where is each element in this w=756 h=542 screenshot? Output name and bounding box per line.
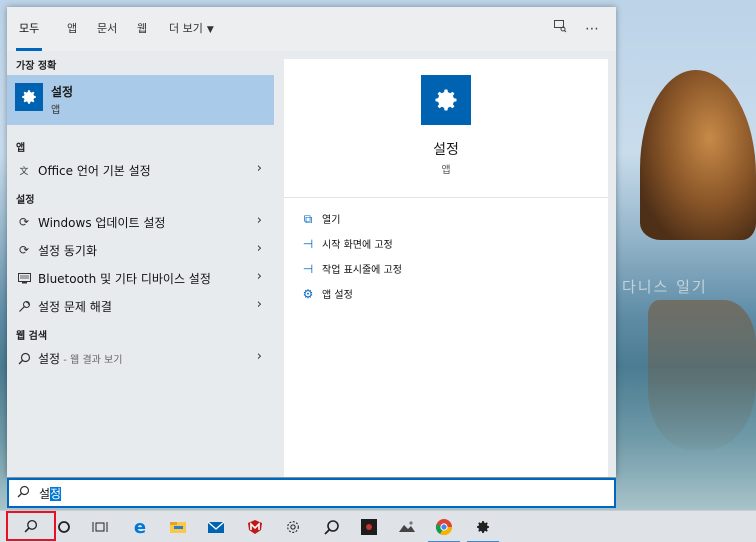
chevron-right-icon[interactable]: ›: [257, 241, 262, 256]
sync-icon: ⟳: [18, 243, 30, 257]
filter-tab-bar: 모두 앱 문서 웹 더 보기 ▼ ⋯: [7, 7, 616, 51]
tab-documents[interactable]: 문서: [97, 21, 117, 51]
best-match-title: 설정: [51, 85, 74, 99]
action-app-settings[interactable]: ⚙ 앱 설정: [300, 286, 353, 306]
detail-pane: 설정 앱 ⧉ 열기 ⊣ 시작 화면에 고정 ⊣ 작업 표시줄에 고정 ⚙ 앱 설정: [284, 59, 608, 477]
search-icon: [16, 350, 32, 366]
divider: [284, 197, 608, 198]
section-apps: 앱: [16, 143, 26, 154]
section-best-match: 가장 정확: [16, 61, 57, 72]
chrome-icon[interactable]: [428, 515, 460, 542]
photo-app-icon[interactable]: [395, 515, 419, 539]
edge-icon[interactable]: e: [128, 515, 152, 539]
settings-gear-icon: [421, 75, 471, 125]
action-label: 시작 화면에 고정: [322, 240, 393, 251]
pin-icon: ⊣: [302, 237, 314, 251]
chevron-down-icon: ▼: [206, 25, 214, 35]
section-web-search: 웹 검색: [16, 331, 48, 342]
wallpaper-rock: [640, 70, 756, 240]
list-item-bluetooth[interactable]: Bluetooth 및 기타 디바이스 설정 ›: [7, 265, 274, 291]
web-query: 설정: [38, 352, 61, 366]
list-item-label: Windows 업데이트 설정: [38, 216, 166, 230]
tab-more[interactable]: 더 보기 ▼: [169, 21, 214, 51]
tab-apps[interactable]: 앱: [67, 21, 77, 51]
action-pin-taskbar[interactable]: ⊣ 작업 표시줄에 고정: [300, 261, 402, 281]
settings-gear-icon[interactable]: [467, 515, 499, 542]
list-item-label: 설정 동기화: [38, 244, 98, 258]
start-search-panel: 모두 앱 문서 웹 더 보기 ▼ ⋯ 가장 정확 설정 앱 앱 文 Office …: [7, 7, 616, 477]
taskbar-search-button[interactable]: [6, 511, 56, 541]
wrench-icon: [16, 298, 32, 314]
tab-all[interactable]: 모두: [15, 21, 43, 51]
gear-icon: ⚙: [302, 287, 314, 301]
list-item-troubleshoot[interactable]: 설정 문제 해결 ›: [7, 293, 274, 319]
task-view-icon[interactable]: [88, 515, 112, 539]
settings-gear-outline-icon[interactable]: [281, 515, 305, 539]
search-icon: [17, 485, 30, 502]
best-match-subtitle: 앱: [51, 105, 61, 116]
more-options-icon[interactable]: ⋯: [582, 19, 602, 39]
detail-title: 설정: [433, 142, 459, 158]
section-settings: 설정: [16, 195, 35, 206]
chevron-right-icon[interactable]: ›: [257, 349, 262, 364]
search-zoom-icon[interactable]: [320, 515, 344, 539]
cortana-icon[interactable]: [52, 515, 76, 539]
open-icon: ⧉: [303, 212, 313, 226]
tab-web[interactable]: 웹: [137, 21, 147, 51]
chevron-right-icon[interactable]: ›: [257, 161, 262, 176]
list-item-windows-update[interactable]: ⟳ Windows 업데이트 설정 ›: [7, 209, 274, 235]
wallpaper-rock-reflection: [648, 300, 756, 450]
search-input[interactable]: 설정: [7, 478, 616, 508]
search-value-plain: 설: [39, 487, 51, 501]
list-item-label: 설정 - 웹 결과 보기: [38, 350, 122, 367]
pin-icon: ⊣: [302, 262, 314, 276]
search-icon: [24, 519, 38, 533]
mail-icon[interactable]: [204, 515, 228, 539]
refresh-icon: ⟳: [18, 215, 30, 229]
results-list: 가장 정확 설정 앱 앱 文 Office 언어 기본 설정 › 설정 ⟳ Wi…: [7, 51, 274, 477]
mcafee-icon[interactable]: [243, 515, 267, 539]
search-value: 설정: [39, 485, 62, 502]
devices-icon: [16, 270, 32, 286]
action-label: 작업 표시줄에 고정: [322, 265, 402, 276]
list-item-web-search[interactable]: 설정 - 웹 결과 보기 ›: [7, 345, 274, 371]
detail-subtitle: 앱: [441, 165, 451, 176]
chevron-right-icon[interactable]: ›: [257, 297, 262, 312]
best-match-settings[interactable]: 설정 앱: [7, 75, 274, 125]
settings-gear-icon: [15, 83, 43, 111]
tab-more-label: 더 보기: [169, 22, 203, 35]
action-label: 앱 설정: [322, 290, 353, 301]
list-item-label: Bluetooth 및 기타 디바이스 설정: [38, 272, 211, 286]
chevron-right-icon[interactable]: ›: [257, 213, 262, 228]
office-language-icon: 文: [19, 166, 29, 177]
taskbar: e: [0, 510, 756, 542]
feedback-icon[interactable]: [550, 19, 570, 39]
list-item-label: Office 언어 기본 설정: [38, 164, 151, 178]
list-item-sync-settings[interactable]: ⟳ 설정 동기화 ›: [7, 237, 274, 263]
list-item-office-language[interactable]: 文 Office 언어 기본 설정 ›: [7, 157, 274, 183]
chevron-right-icon[interactable]: ›: [257, 269, 262, 284]
web-suffix: - 웹 결과 보기: [60, 355, 123, 366]
list-item-label: 설정 문제 해결: [38, 300, 112, 314]
search-value-selected: 정: [50, 487, 62, 501]
action-open[interactable]: ⧉ 열기: [300, 211, 341, 231]
file-explorer-icon[interactable]: [166, 515, 190, 539]
media-app-icon[interactable]: [357, 515, 381, 539]
action-label: 열기: [322, 215, 341, 226]
action-pin-start[interactable]: ⊣ 시작 화면에 고정: [300, 236, 393, 256]
